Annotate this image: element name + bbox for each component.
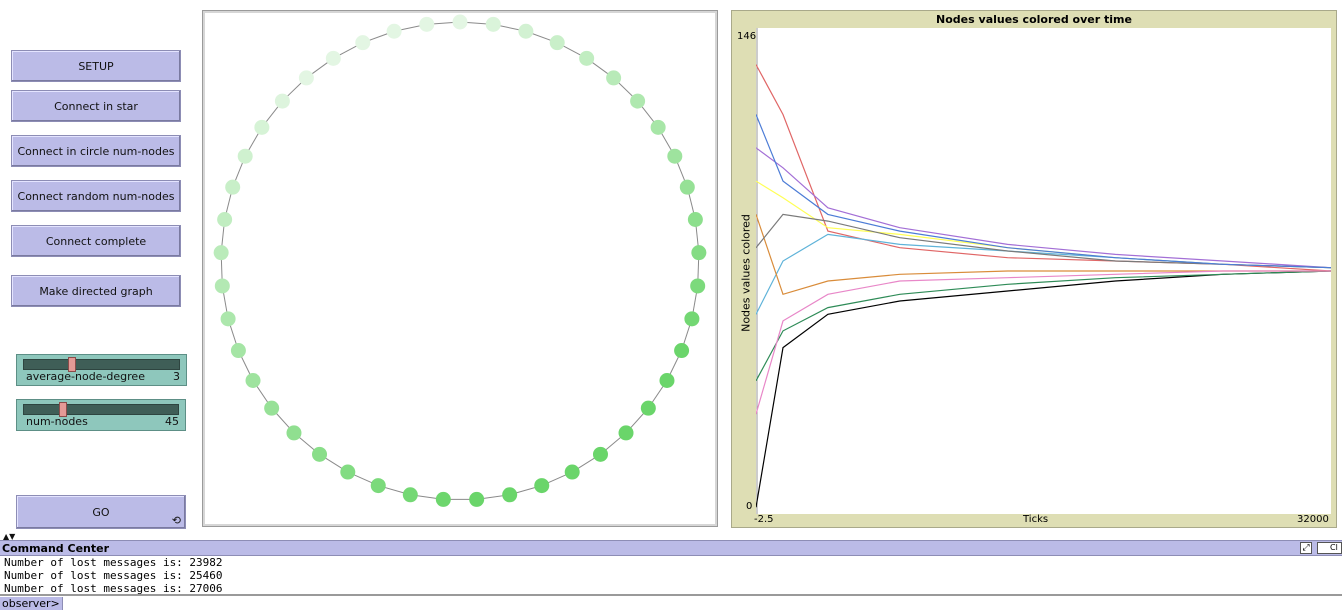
- network-node: [254, 119, 270, 135]
- command-input-row: observer>: [0, 595, 1342, 611]
- network-node: [630, 93, 646, 109]
- average-node-degree-slider[interactable]: average-node-degree 3: [16, 354, 187, 386]
- clear-button[interactable]: Cl: [1317, 542, 1342, 554]
- output-line: Number of lost messages is: 25460: [4, 569, 223, 582]
- network-node: [355, 35, 371, 51]
- network-node: [691, 245, 707, 261]
- network-node: [264, 400, 280, 416]
- network-node: [640, 400, 656, 416]
- series-line: [755, 147, 1332, 269]
- connect-random-button[interactable]: Connect random num-nodes: [11, 180, 181, 212]
- network-node: [667, 148, 683, 164]
- y-tick-min: 0: [746, 501, 753, 512]
- network-node: [592, 446, 608, 462]
- network-graph: [213, 14, 707, 507]
- series-line: [755, 270, 1331, 415]
- slider-value: 45: [165, 415, 179, 428]
- network-node: [469, 491, 485, 507]
- network-node: [687, 211, 703, 227]
- network-node: [230, 343, 246, 359]
- network-node: [659, 373, 675, 388]
- network-node: [564, 464, 580, 480]
- plot-area: [755, 28, 1332, 514]
- network-node: [370, 478, 386, 494]
- x-axis-label: Ticks: [1023, 514, 1049, 525]
- network-node: [340, 464, 356, 480]
- command-center-output: Number of lost messages is: 23982 Number…: [0, 556, 1342, 595]
- network-node: [225, 179, 241, 195]
- network-node: [650, 119, 666, 135]
- command-input[interactable]: [54, 596, 1342, 610]
- command-center-header: Command Center ⤢ Cl: [0, 540, 1342, 556]
- output-line: Number of lost messages is: 27006: [4, 582, 223, 595]
- plot-svg: [755, 28, 1332, 514]
- connect-star-button[interactable]: Connect in star: [11, 90, 181, 122]
- network-node: [402, 487, 418, 503]
- num-nodes-slider[interactable]: num-nodes 45: [16, 399, 186, 431]
- connect-circle-button[interactable]: Connect in circle num-nodes: [11, 135, 181, 167]
- network-node: [534, 478, 550, 494]
- slider-track[interactable]: [23, 402, 179, 417]
- network-node: [286, 425, 302, 441]
- network-node: [549, 35, 565, 51]
- world-view[interactable]: [202, 10, 718, 527]
- plot-title: Nodes values colored over time: [936, 13, 1132, 26]
- series-line: [755, 233, 1332, 315]
- network-node: [502, 487, 518, 503]
- network-node: [618, 425, 634, 441]
- x-tick-min: -2.5: [754, 514, 774, 525]
- setup-button[interactable]: SETUP: [11, 50, 181, 82]
- network-node: [518, 23, 534, 39]
- network-node: [214, 278, 230, 294]
- network-node: [579, 50, 595, 66]
- network-node: [386, 23, 402, 39]
- forever-icon: ⟲: [171, 514, 181, 527]
- series-line: [755, 114, 1332, 269]
- network-node: [237, 148, 253, 164]
- network-node: [245, 373, 261, 388]
- expand-icon[interactable]: ⤢: [1300, 542, 1312, 554]
- network-node: [217, 211, 233, 227]
- network-node: [679, 179, 695, 195]
- slider-track[interactable]: [23, 357, 180, 372]
- network-node: [606, 70, 622, 86]
- slider-label: average-node-degree: [26, 370, 145, 383]
- network-node: [684, 311, 700, 327]
- network-node: [674, 343, 690, 359]
- connect-complete-button[interactable]: Connect complete: [11, 225, 181, 257]
- output-line: Number of lost messages is: 23982: [4, 556, 223, 569]
- network-node: [452, 14, 468, 30]
- network-node: [485, 16, 501, 32]
- network-node: [274, 93, 290, 109]
- network-node: [213, 245, 229, 261]
- y-tick-max: 146: [737, 31, 757, 42]
- slider-value: 3: [173, 370, 180, 383]
- series-line: [755, 270, 1332, 508]
- series-line: [755, 213, 1332, 269]
- network-node: [690, 278, 706, 294]
- network-node: [298, 70, 314, 86]
- x-tick-max: 32000: [1297, 514, 1329, 525]
- series-line: [755, 64, 1332, 272]
- make-directed-button[interactable]: Make directed graph: [11, 275, 181, 307]
- y-axis-label: Nodes values colored: [739, 214, 753, 332]
- go-label: GO: [92, 505, 110, 519]
- command-center-title: Command Center: [2, 542, 110, 555]
- network-node: [220, 311, 236, 327]
- slider-label: num-nodes: [26, 415, 88, 428]
- network-node: [312, 446, 328, 462]
- network-node: [435, 491, 451, 507]
- network-node: [325, 50, 341, 66]
- go-button[interactable]: GO ⟲: [16, 495, 186, 529]
- network-node: [419, 16, 435, 32]
- plot-widget: Nodes values colored over time Nodes val…: [731, 10, 1337, 528]
